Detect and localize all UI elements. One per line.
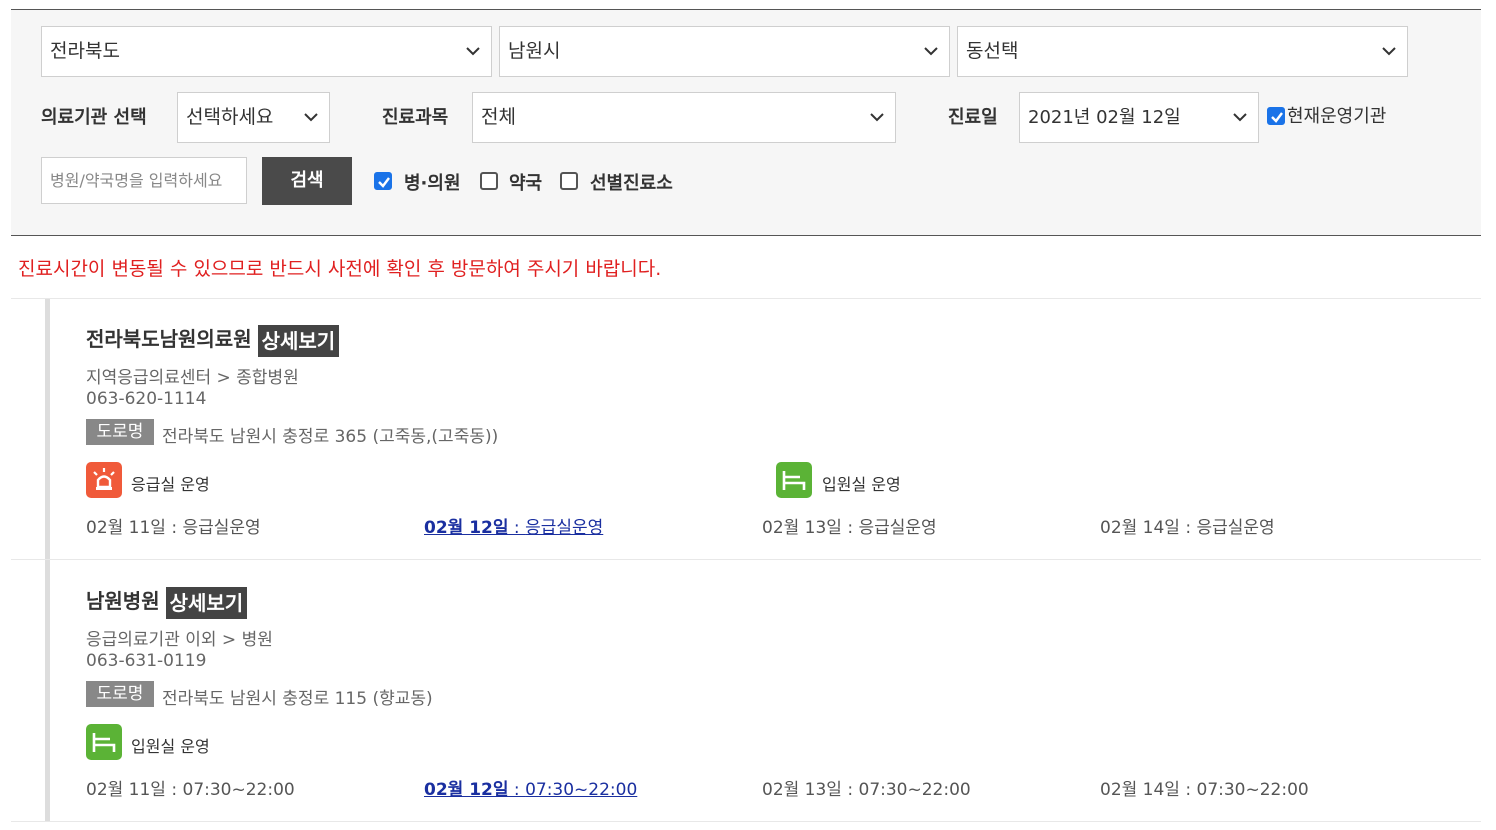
schedule-day: 02월 14일 : 07:30~22:00 [1100, 780, 1309, 800]
hospital-clinic-checkbox[interactable] [374, 172, 392, 190]
card-accent-bar [45, 299, 50, 559]
schedule-day: 02월 13일 : 07:30~22:00 [762, 780, 971, 800]
service-label-emergency: 응급실 운영 [131, 475, 210, 494]
chevron-down-icon [1232, 93, 1248, 142]
department-select-value: 전체 [481, 106, 516, 128]
schedule-date: 02월 11일 [86, 780, 166, 800]
department-label: 진료과목 [382, 107, 449, 128]
hospital-name[interactable]: 전라북도남원의료원 [86, 327, 252, 351]
hospital-address: 전라북도 남원시 충정로 115 (향교동) [162, 689, 433, 709]
schedule-date: 02월 14일 [1100, 518, 1180, 538]
hospital-phone: 063-620-1114 [86, 389, 207, 409]
province-select[interactable]: 전라북도 [41, 26, 492, 77]
chevron-down-icon [465, 27, 481, 76]
district-select[interactable]: 동선택 [957, 26, 1408, 77]
schedule-value: 응급실운영 [858, 518, 937, 538]
currently-operating-checkbox[interactable] [1267, 107, 1285, 125]
hospital-bed-icon [86, 724, 122, 760]
pharmacy-checkbox[interactable] [480, 172, 498, 190]
city-select[interactable]: 남원시 [499, 26, 950, 77]
schedule-day: 02월 14일 : 응급실운영 [1100, 518, 1275, 538]
city-select-value: 남원시 [508, 40, 561, 62]
schedule-value: 응급실운영 [1196, 518, 1275, 538]
currently-operating-label: 현재운영기관 [1287, 106, 1387, 127]
hospital-address: 전라북도 남원시 충정로 365 (고죽동,(고죽동)) [162, 427, 499, 447]
province-select-value: 전라북도 [50, 40, 120, 62]
card-accent-bar [45, 560, 50, 822]
schedule-value: 응급실운영 [525, 518, 604, 538]
hospital-name[interactable]: 남원병원 [86, 589, 160, 613]
chevron-down-icon [869, 93, 885, 142]
divider [11, 298, 1481, 299]
schedule-value: 07:30~22:00 [858, 780, 971, 800]
detail-button[interactable]: 상세보기 [257, 324, 340, 357]
schedule-value: 07:30~22:00 [525, 780, 638, 800]
notice-text: 진료시간이 변동될 수 있으므로 반드시 사전에 확인 후 방문하여 주시기 바… [18, 258, 662, 280]
search-filter-panel: 전라북도 남원시 동선택 의료기관 선택 선택하세요 진료과목 전체 진료일 2… [11, 9, 1481, 236]
emergency-siren-icon [86, 462, 122, 498]
divider [11, 559, 1481, 560]
institution-label: 의료기관 선택 [41, 107, 147, 128]
hospital-name-row: 남원병원 상세보기 [86, 585, 248, 619]
hospital-name-row: 전라북도남원의료원 상세보기 [86, 323, 340, 357]
screening-clinic-label: 선별진료소 [590, 173, 673, 194]
schedule-date: 02월 12일 [424, 518, 509, 538]
road-address-badge: 도로명 [86, 681, 154, 707]
schedule-day: 02월 11일 : 07:30~22:00 [86, 780, 295, 800]
chevron-down-icon [303, 93, 319, 142]
search-button[interactable]: 검색 [262, 157, 352, 205]
service-label-inpatient: 입원실 운영 [131, 737, 210, 756]
institution-select-value: 선택하세요 [186, 106, 274, 128]
pharmacy-label: 약국 [509, 173, 543, 194]
road-address-badge: 도로명 [86, 419, 154, 445]
schedule-day: 02월 11일 : 응급실운영 [86, 518, 261, 538]
chevron-down-icon [1381, 27, 1397, 76]
schedule-value: 07:30~22:00 [1196, 780, 1309, 800]
hospital-bed-icon [776, 462, 812, 498]
department-select[interactable]: 전체 [472, 92, 896, 143]
date-label: 진료일 [948, 107, 998, 128]
schedule-day: 02월 13일 : 응급실운영 [762, 518, 937, 538]
hospital-type: 지역응급의료센터 > 종합병원 [86, 368, 299, 388]
schedule-date: 02월 13일 [762, 518, 842, 538]
schedule-date: 02월 13일 [762, 780, 842, 800]
date-select[interactable]: 2021년 02월 12일 [1019, 92, 1259, 143]
service-label-inpatient: 입원실 운영 [822, 475, 901, 494]
screening-clinic-checkbox[interactable] [560, 172, 578, 190]
schedule-value: 07:30~22:00 [182, 780, 295, 800]
hospital-phone: 063-631-0119 [86, 651, 207, 671]
schedule-day-today[interactable]: 02월 12일 : 07:30~22:00 [424, 775, 637, 800]
schedule-value: 응급실운영 [182, 518, 261, 538]
hospital-clinic-label: 병·의원 [404, 173, 461, 194]
district-select-value: 동선택 [966, 40, 1019, 62]
chevron-down-icon [923, 27, 939, 76]
hospital-type: 응급의료기관 이외 > 병원 [86, 630, 273, 650]
schedule-day-today[interactable]: 02월 12일 : 응급실운영 [424, 513, 603, 538]
institution-select[interactable]: 선택하세요 [177, 92, 330, 143]
detail-button[interactable]: 상세보기 [165, 586, 248, 619]
date-select-value: 2021년 02월 12일 [1028, 107, 1181, 128]
divider [11, 821, 1481, 822]
schedule-date: 02월 14일 [1100, 780, 1180, 800]
schedule-date: 02월 12일 [424, 780, 509, 800]
hospital-search-input[interactable] [41, 157, 247, 204]
schedule-date: 02월 11일 [86, 518, 166, 538]
